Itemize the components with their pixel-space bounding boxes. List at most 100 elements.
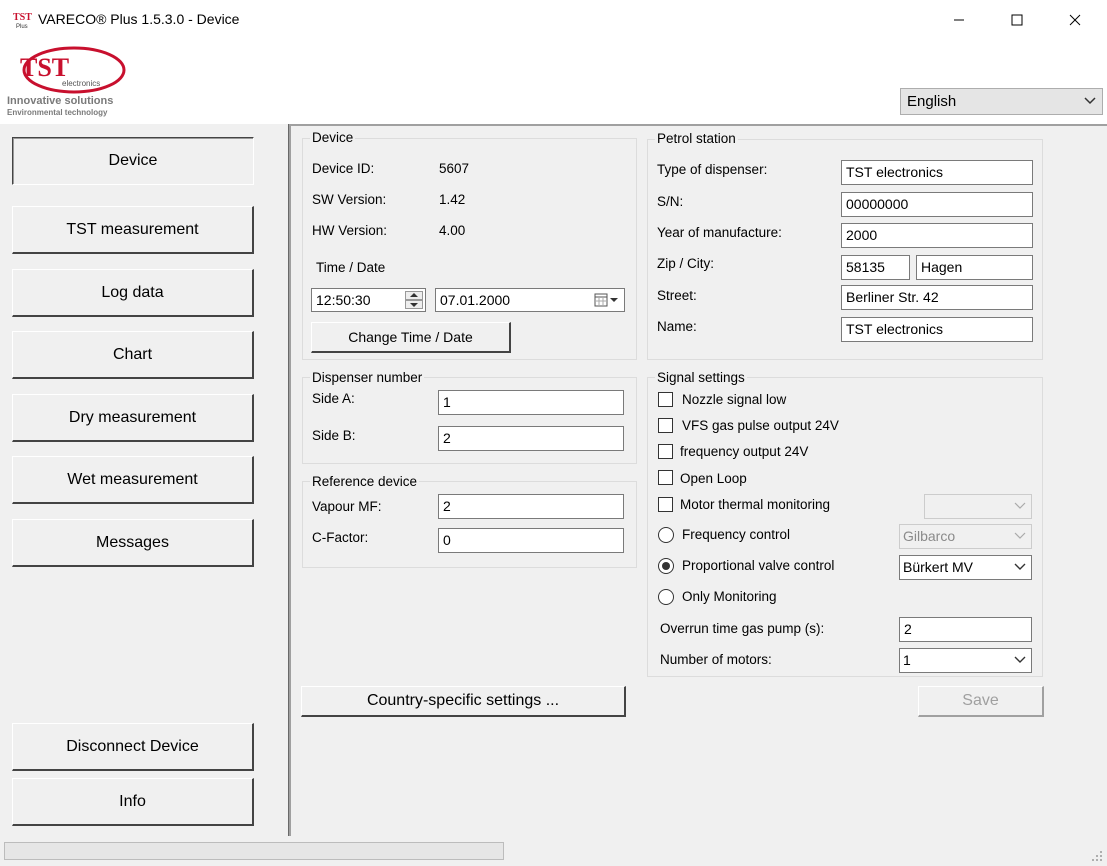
side-a-input[interactable]: 1 [438, 390, 624, 415]
nav-device[interactable]: Device [12, 137, 254, 185]
vfs-gas-pulse-checkbox[interactable] [658, 418, 673, 433]
side-a-value: 1 [443, 394, 451, 410]
number-of-motors-select[interactable]: 1 [899, 648, 1032, 673]
c-factor-label: C-Factor: [312, 530, 369, 545]
zip-city-label: Zip / City: [657, 256, 715, 271]
content-top-divider [291, 124, 1107, 126]
nav-tst-measurement[interactable]: TST measurement [12, 206, 254, 254]
chevron-down-icon [1014, 563, 1026, 570]
sn-input[interactable]: 00000000 [841, 192, 1033, 217]
side-a-label: Side A: [312, 391, 355, 406]
nav-wet-measurement[interactable]: Wet measurement [12, 456, 254, 504]
dispenser-type-value: TST electronics [846, 164, 943, 180]
info-button[interactable]: Info [12, 778, 254, 826]
logo-brand: TST [20, 53, 69, 82]
side-b-label: Side B: [312, 428, 356, 443]
zip-value: 58135 [846, 259, 885, 275]
resize-grip-icon[interactable] [1091, 850, 1103, 862]
logo-subtagline: Environmental technology [7, 108, 108, 117]
year-label: Year of manufacture: [657, 225, 782, 240]
proportional-valve-value: Bürkert MV [903, 559, 974, 575]
proportional-valve-select[interactable]: Bürkert MV [899, 555, 1032, 580]
nav-chart[interactable]: Chart [12, 331, 254, 379]
nav-dry-measurement[interactable]: Dry measurement [12, 394, 254, 442]
signal-settings-group-title: Signal settings [655, 370, 747, 385]
calendar-icon[interactable] [594, 293, 620, 307]
logo-tagline: Innovative solutions [7, 95, 114, 107]
frequency-control-radio[interactable] [658, 527, 674, 543]
frequency-output-checkbox[interactable] [658, 444, 673, 459]
hw-version-value: 4.00 [439, 223, 466, 238]
nav-wet-measurement-label: Wet measurement [67, 470, 198, 488]
device-id-label: Device ID: [312, 161, 375, 176]
window-title: VARECO® Plus 1.5.3.0 - Device [38, 11, 240, 27]
maximize-icon [1011, 14, 1023, 26]
chevron-down-icon [1014, 656, 1026, 663]
overrun-time-value: 2 [904, 621, 912, 637]
progress-bar [4, 842, 504, 860]
motor-thermal-checkbox[interactable] [658, 497, 673, 512]
frequency-output-label: frequency output 24V [680, 444, 809, 459]
motor-thermal-select[interactable] [924, 494, 1032, 519]
street-value: Berliner Str. 42 [846, 289, 939, 305]
disconnect-device-button[interactable]: Disconnect Device [12, 723, 254, 771]
vapour-mf-label: Vapour MF: [312, 499, 382, 514]
change-time-date-label: Change Time / Date [348, 329, 473, 345]
side-b-input[interactable]: 2 [438, 426, 624, 451]
country-settings-label: Country-specific settings ... [366, 692, 560, 709]
sn-value: 00000000 [846, 196, 909, 212]
open-loop-checkbox[interactable] [658, 470, 673, 485]
dispenser-group-title: Dispenser number [310, 370, 425, 385]
nozzle-signal-checkbox[interactable] [658, 392, 673, 407]
overrun-time-input[interactable]: 2 [899, 617, 1032, 642]
frequency-control-label: Frequency control [682, 527, 791, 542]
device-group-title: Device [310, 130, 356, 145]
logo-sub: electronics [62, 79, 100, 88]
language-select[interactable]: English [900, 88, 1103, 115]
country-settings-button[interactable]: Country-specific settings ... [301, 686, 626, 717]
c-factor-input[interactable]: 0 [438, 528, 624, 553]
title-bar: TST Plus VARECO® Plus 1.5.3.0 - Device [0, 0, 1107, 40]
time-date-label: Time / Date [316, 260, 386, 275]
city-input[interactable]: Hagen [916, 255, 1033, 280]
zip-input[interactable]: 58135 [841, 255, 910, 280]
number-of-motors-value: 1 [903, 652, 911, 668]
nav-messages[interactable]: Messages [12, 519, 254, 567]
close-button[interactable] [1046, 0, 1104, 40]
frequency-control-select[interactable]: Gilbarco [899, 524, 1032, 549]
vapour-mf-input[interactable]: 2 [438, 494, 624, 519]
chevron-down-icon [1014, 532, 1026, 539]
street-input[interactable]: Berliner Str. 42 [841, 285, 1033, 310]
spin-updown-icon[interactable] [405, 291, 423, 309]
change-time-date-button[interactable]: Change Time / Date [311, 322, 511, 353]
open-loop-label: Open Loop [680, 471, 747, 486]
language-value: English [907, 93, 957, 110]
nav-tst-measurement-label: TST measurement [66, 220, 199, 238]
hw-version-label: HW Version: [312, 223, 388, 238]
dispenser-type-input[interactable]: TST electronics [841, 160, 1033, 185]
c-factor-value: 0 [443, 532, 451, 548]
maximize-button[interactable] [988, 0, 1046, 40]
sn-label: S/N: [657, 194, 684, 209]
proportional-valve-radio[interactable] [658, 558, 674, 574]
nav-chart-label: Chart [112, 345, 153, 363]
minimize-button[interactable] [930, 0, 988, 40]
svg-text:Plus: Plus [16, 24, 28, 29]
nav-log-data[interactable]: Log data [12, 269, 254, 317]
time-value: 12:50:30 [316, 292, 371, 308]
year-value: 2000 [846, 227, 878, 243]
reference-group-title: Reference device [310, 474, 420, 489]
save-button[interactable]: Save [918, 686, 1044, 717]
vapour-mf-value: 2 [443, 498, 451, 514]
only-monitoring-radio[interactable] [658, 589, 674, 605]
save-label: Save [962, 692, 999, 709]
chevron-down-icon [1084, 97, 1096, 105]
only-monitoring-label: Only Monitoring [682, 589, 777, 604]
frequency-control-value: Gilbarco [903, 528, 956, 544]
name-label: Name: [657, 319, 697, 334]
dispenser-type-label: Type of dispenser: [657, 162, 768, 177]
name-input[interactable]: TST electronics [841, 317, 1033, 342]
date-picker[interactable]: 07.01.2000 [435, 288, 625, 312]
time-input[interactable]: 12:50:30 [311, 288, 426, 312]
year-input[interactable]: 2000 [841, 223, 1033, 248]
